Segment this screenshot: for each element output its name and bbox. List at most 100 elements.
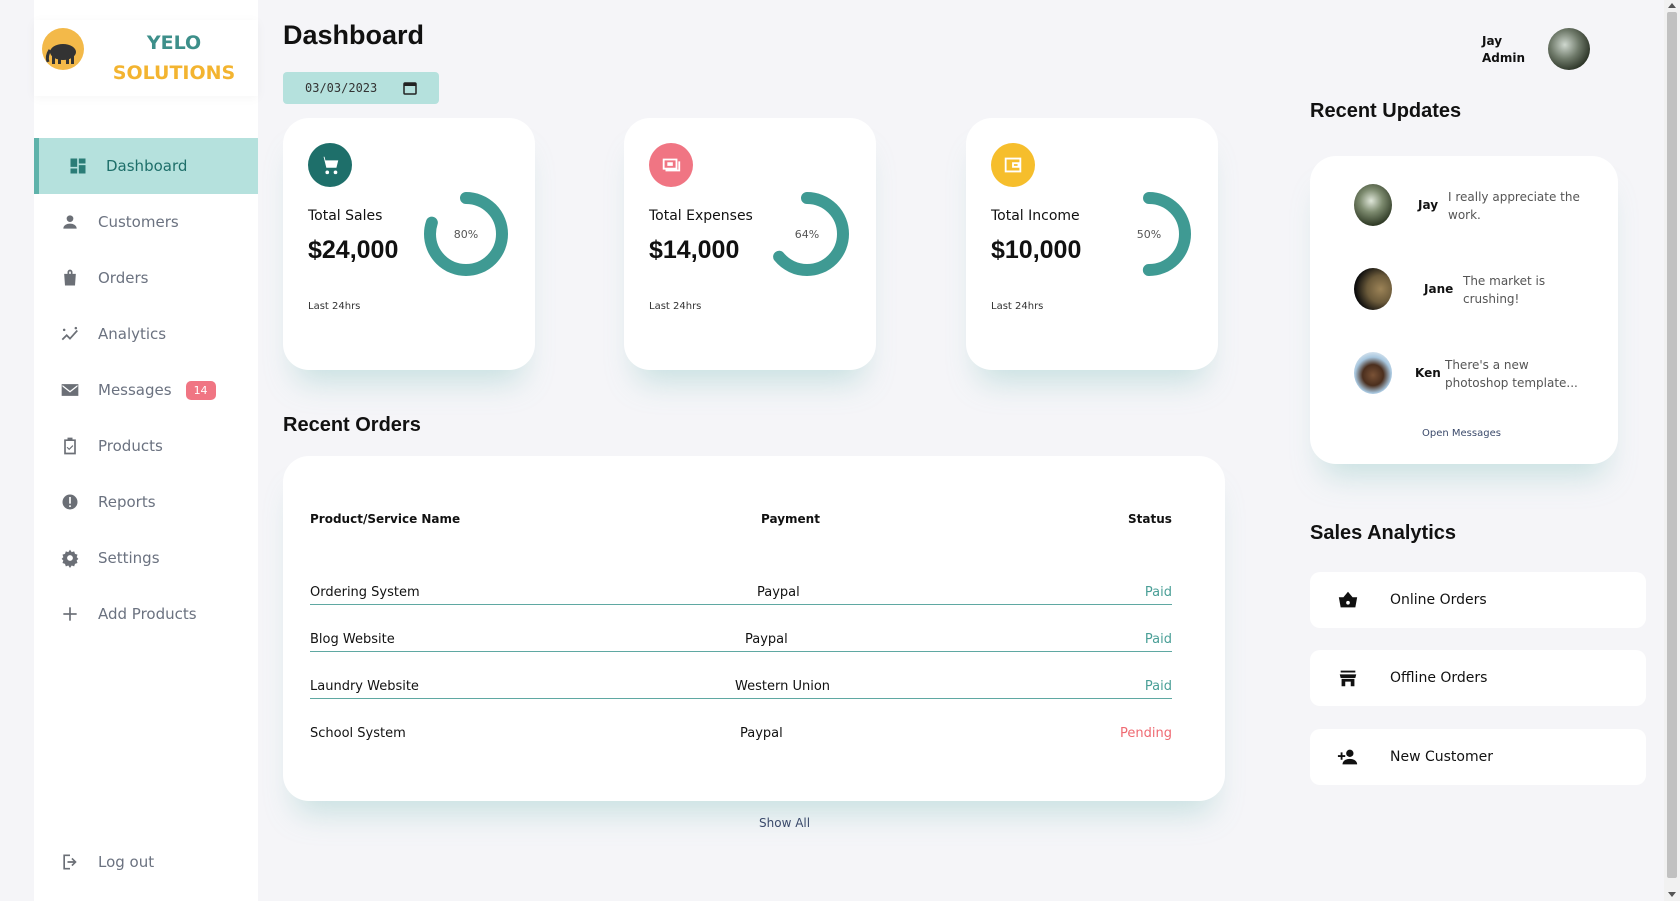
table-row[interactable]: Blog Website Paypal Paid (310, 626, 1172, 652)
analytics-icon (60, 324, 80, 344)
order-status: Pending (1120, 726, 1172, 741)
update-text: I really appreciate the work. (1448, 190, 1580, 222)
update-text: There's a new photoshop template... (1445, 358, 1578, 390)
update-text: The market is crushing! (1463, 274, 1546, 306)
new-customer-label: New Customer (1390, 749, 1493, 765)
sidebar-item-label: Orders (98, 269, 149, 287)
progress-percent: 64% (794, 227, 820, 241)
sidebar-item-products[interactable]: Products (34, 418, 258, 474)
open-messages-link[interactable]: Open Messages (1422, 428, 1501, 439)
add-person-icon (1336, 745, 1360, 769)
messages-count-badge: 14 (185, 380, 216, 400)
sidebar-item-label: Add Products (98, 605, 197, 623)
column-header-product: Product/Service Name (310, 512, 461, 526)
date-input[interactable]: 03/03/2023 (283, 72, 439, 104)
offline-orders-item[interactable]: Offline Orders (1310, 650, 1646, 706)
wallet-icon (1004, 157, 1022, 173)
order-payment: Paypal (757, 585, 800, 600)
update-author: Ken (1415, 366, 1441, 380)
update-item[interactable]: Jay I really appreciate the work. (1354, 184, 1594, 228)
card-value: $14,000 (649, 236, 740, 264)
sidebar-item-messages[interactable]: Messages 14 (34, 362, 258, 418)
online-orders-label: Online Orders (1390, 592, 1487, 608)
insight-card-sales: Total Sales $24,000 80% Last 24hrs (283, 118, 535, 370)
card-label: Total Income (991, 208, 1080, 224)
logout-button[interactable]: Log out (34, 834, 258, 890)
elephant-logo-icon (42, 28, 84, 70)
new-customer-item[interactable]: New Customer (1310, 729, 1646, 785)
avatar (1354, 184, 1392, 226)
sales-analytics-title: Sales Analytics (1310, 522, 1457, 544)
card-icon-bg (991, 143, 1035, 187)
sidebar-item-settings[interactable]: Settings (34, 530, 258, 586)
update-author: Jane (1424, 282, 1454, 296)
logout-label: Log out (98, 853, 155, 871)
logout-icon (60, 852, 80, 872)
sidebar-item-reports[interactable]: Reports (34, 474, 258, 530)
plus-icon (60, 604, 80, 624)
table-row[interactable]: Ordering System Paypal Paid (310, 579, 1172, 605)
bag-icon (60, 268, 80, 288)
progress-percent: 80% (453, 227, 479, 241)
sidebar-item-analytics[interactable]: Analytics (34, 306, 258, 362)
order-name: Laundry Website (310, 679, 419, 694)
card-subtext: Last 24hrs (649, 301, 702, 312)
card-label: Total Sales (308, 208, 383, 224)
column-header-status: Status (1128, 512, 1172, 526)
sidebar-item-add-products[interactable]: Add Products (34, 586, 258, 642)
scroll-thumb[interactable] (1667, 12, 1677, 878)
insight-card-income: Total Income $10,000 50% Last 24hrs (966, 118, 1218, 370)
cart-icon (320, 156, 339, 175)
gear-icon (60, 548, 80, 568)
order-payment: Western Union (735, 679, 831, 694)
calendar-icon[interactable] (403, 81, 417, 95)
profile-role: Admin (1482, 51, 1526, 65)
recent-updates-title: Recent Updates (1310, 100, 1462, 122)
date-value: 03/03/2023 (305, 81, 378, 95)
update-author: Jay (1418, 198, 1439, 212)
offline-orders-label: Offline Orders (1390, 670, 1488, 686)
sidebar-item-label: Settings (98, 549, 160, 567)
sidebar-item-label: Dashboard (106, 157, 188, 175)
sidebar: YELO SOLUTIONS Dashboard Customers Order… (34, 0, 258, 901)
progress-percent: 50% (1136, 227, 1162, 241)
sidebar-item-dashboard[interactable]: Dashboard (34, 138, 258, 194)
money-icon (662, 158, 681, 172)
order-status: Paid (1144, 632, 1172, 647)
order-name: School System (310, 726, 406, 741)
dashboard-icon (68, 156, 88, 176)
order-status: Paid (1144, 679, 1172, 694)
scrollbar[interactable] (1664, 0, 1680, 901)
column-header-payment: Payment (761, 512, 820, 526)
logo[interactable]: YELO SOLUTIONS (34, 20, 258, 96)
sidebar-item-orders[interactable]: Orders (34, 250, 258, 306)
update-item[interactable]: Jane The market is crushing! (1354, 268, 1594, 312)
logo-line2: SOLUTIONS (112, 62, 236, 84)
avatar (1354, 352, 1392, 394)
update-item[interactable]: Ken There's a new photoshop template... (1354, 352, 1594, 396)
sidebar-item-customers[interactable]: Customers (34, 194, 258, 250)
profile-name: Jay (1482, 34, 1503, 48)
report-icon (60, 492, 80, 512)
card-label: Total Expenses (649, 208, 753, 224)
table-row[interactable]: School System Paypal Pending (310, 720, 1172, 746)
clipboard-check-icon (60, 436, 80, 456)
avatar[interactable] (1548, 28, 1590, 70)
table-row[interactable]: Laundry Website Western Union Paid (310, 673, 1172, 699)
sidebar-item-label: Analytics (98, 325, 167, 343)
store-icon (1336, 666, 1360, 690)
scroll-up-arrow[interactable] (1668, 3, 1676, 8)
logo-line1: YELO (146, 32, 202, 54)
show-all-link[interactable]: Show All (759, 816, 810, 830)
scroll-down-arrow[interactable] (1668, 892, 1676, 897)
basket-icon (1336, 588, 1360, 612)
updates-panel: Jay I really appreciate the work. Jane T… (1310, 156, 1618, 464)
profile-info: Jay Admin (1482, 33, 1525, 67)
sidebar-item-label: Customers (98, 213, 179, 231)
person-icon (60, 212, 80, 232)
insight-card-expenses: Total Expenses $14,000 64% Last 24hrs (624, 118, 876, 370)
avatar (1354, 268, 1392, 310)
card-subtext: Last 24hrs (991, 301, 1044, 312)
online-orders-item[interactable]: Online Orders (1310, 572, 1646, 628)
sidebar-item-label: Messages (98, 381, 172, 399)
